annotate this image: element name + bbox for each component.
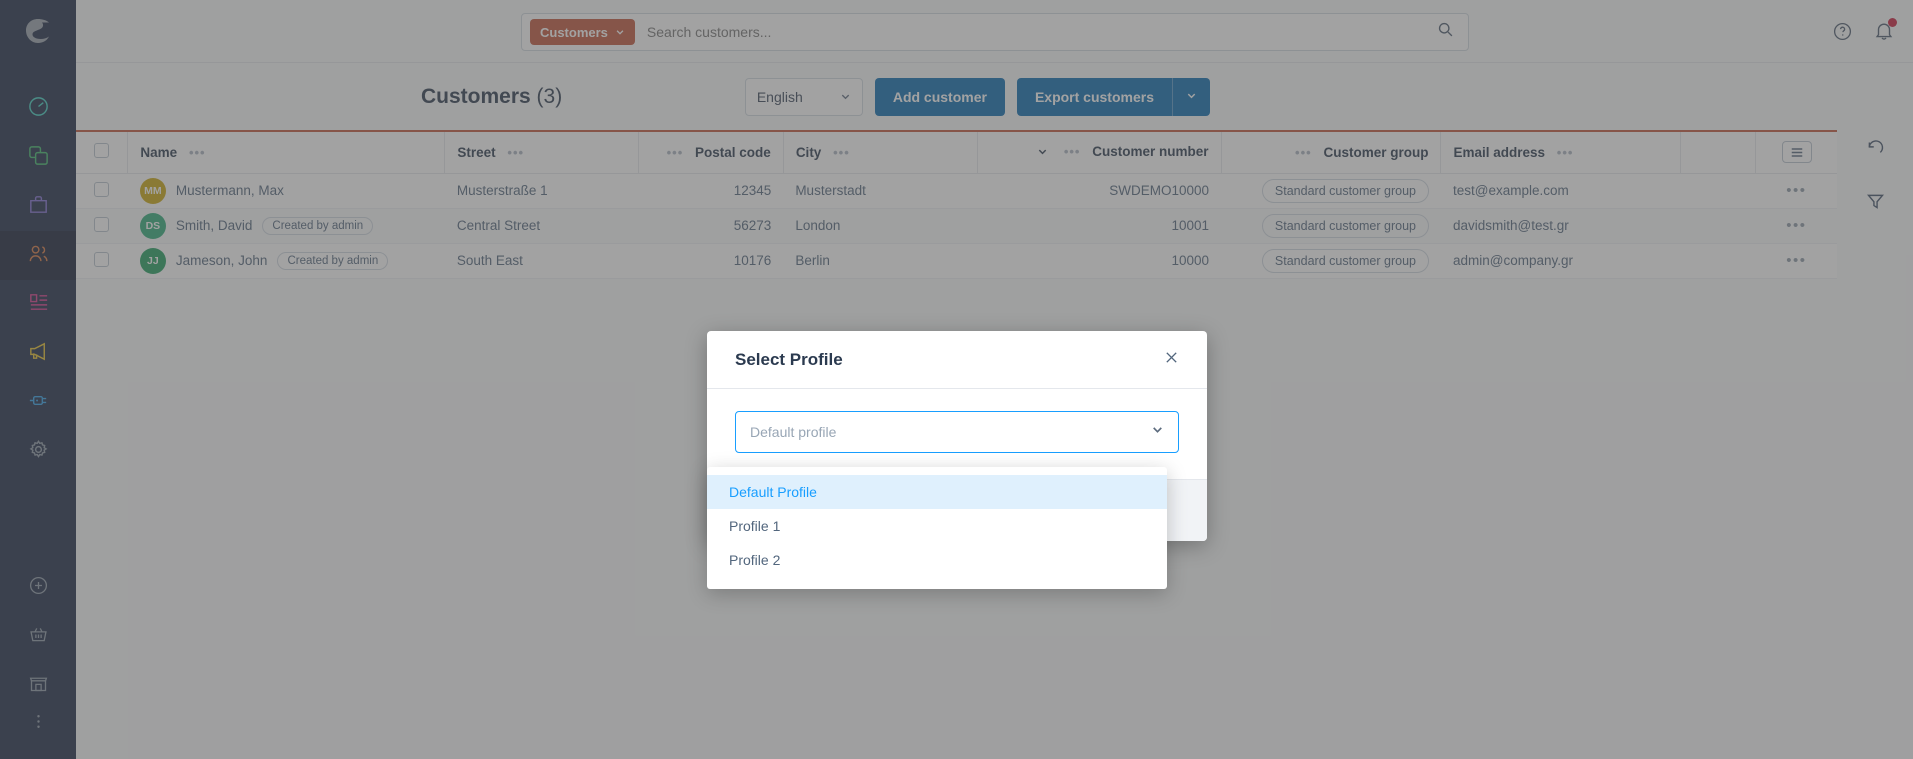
modal-body: Default profile — [707, 389, 1207, 479]
profile-select[interactable]: Default profile — [735, 411, 1179, 453]
profile-option-2[interactable]: Profile 2 — [707, 543, 1167, 577]
profile-option-1[interactable]: Profile 1 — [707, 509, 1167, 543]
modal-header: Select Profile — [707, 331, 1207, 389]
option-label: Default Profile — [729, 484, 817, 500]
profile-option-default[interactable]: Default Profile — [707, 475, 1167, 509]
option-label: Profile 2 — [729, 552, 781, 568]
modal-title: Select Profile — [735, 349, 843, 369]
application-window: Customers — [0, 0, 1913, 759]
profile-select-placeholder: Default profile — [750, 424, 837, 440]
chevron-down-icon — [1151, 423, 1164, 441]
close-icon[interactable] — [1164, 350, 1179, 369]
profile-select-dropdown: Default Profile Profile 1 Profile 2 — [707, 467, 1167, 589]
option-label: Profile 1 — [729, 518, 781, 534]
